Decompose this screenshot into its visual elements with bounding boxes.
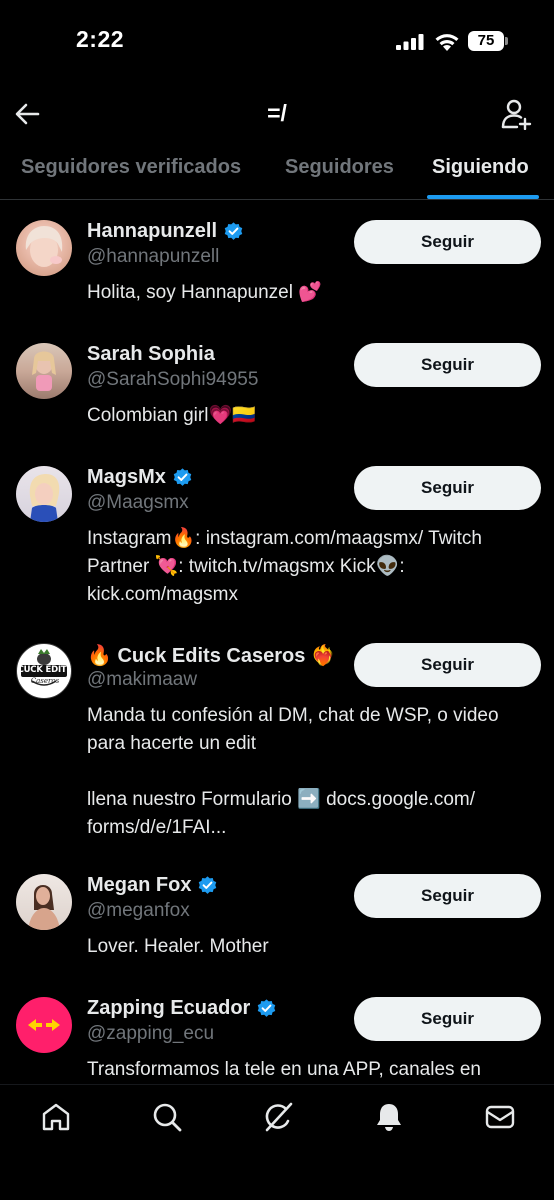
status-time: 2:22 <box>76 26 125 52</box>
verified-badge-icon <box>173 468 192 486</box>
bio-line: Lover. Healer. Mother <box>87 936 269 957</box>
bio-line <box>87 758 547 786</box>
bio-line: Partner 💘: twitch.tv/magsmx Kick👽: <box>87 556 405 577</box>
user-name-line: Sarah Sophia <box>87 343 215 366</box>
follow-button[interactable]: Seguir <box>354 220 541 264</box>
bio-line: Manda tu confesión al DM, chat de WSP, o… <box>87 705 499 726</box>
user-handle: @Maagsmx <box>87 492 189 513</box>
user-bio: Holita, soy Hannapunzel 💕 <box>87 279 547 307</box>
grok-icon[interactable] <box>262 1101 294 1133</box>
avatar-logo-text: CUCK EDITS <box>17 665 72 675</box>
battery-cap <box>505 37 508 45</box>
following-list: Hannapunzell @hannapunzell Holita, soy H… <box>0 200 554 1084</box>
user-name-line: Zapping Ecuador <box>87 997 277 1020</box>
avatar[interactable] <box>16 343 72 399</box>
follow-button[interactable]: Seguir <box>354 343 541 387</box>
user-handle: @hannapunzell <box>87 246 220 267</box>
bio-line: Colombian girl💗🇨🇴 <box>87 405 256 426</box>
verified-badge-icon <box>199 876 217 894</box>
avatar[interactable] <box>16 997 72 1053</box>
follow-button[interactable]: Seguir <box>354 874 541 918</box>
tab-verified-followers[interactable]: Seguidores verificados <box>21 156 241 179</box>
follow-button[interactable]: Seguir <box>354 997 541 1041</box>
avatar-illustration <box>29 474 60 522</box>
list-item[interactable]: CUCK EDITS Caseros 🔥 Cuck Edits Caseros … <box>0 623 554 854</box>
bottom-navigation <box>0 1084 554 1200</box>
zapping-logo-icon <box>28 1019 60 1031</box>
avatar[interactable] <box>16 874 72 930</box>
avatar-logo-subtext: Caseros <box>30 677 60 685</box>
user-bio: Manda tu confesión al DM, chat de WSP, o… <box>87 702 547 842</box>
page-header: =/ <box>0 84 554 144</box>
list-item[interactable]: Sarah Sophia @SarahSophi94955 Colombian … <box>0 323 554 446</box>
avatar[interactable] <box>16 220 72 276</box>
battery-level: 75 <box>468 31 504 51</box>
user-handle: @meganfox <box>87 900 190 921</box>
page-title: =/ <box>267 100 287 126</box>
list-item[interactable]: Megan Fox @meganfox Lover. Healer. Mothe… <box>0 854 554 977</box>
user-name[interactable]: Hannapunzell <box>87 220 217 243</box>
avatar-illustration <box>32 351 56 391</box>
tab-followers[interactable]: Seguidores <box>285 156 394 179</box>
bio-line: Transformamos la tele en una APP, canale… <box>87 1059 481 1080</box>
user-name[interactable]: Megan Fox <box>87 874 191 897</box>
follow-button[interactable]: Seguir <box>354 466 541 510</box>
tab-following[interactable]: Siguiendo <box>432 156 529 179</box>
list-item[interactable]: MagsMx @Maagsmx Instagram🔥: instagram.co… <box>0 446 554 623</box>
bio-line: kick.com/magsmx <box>87 584 238 605</box>
bio-line: para hacerte un edit <box>87 733 257 754</box>
list-item[interactable]: Zapping Ecuador @zapping_ecu Transformam… <box>0 977 554 1084</box>
user-name[interactable]: Zapping Ecuador <box>87 997 250 1020</box>
list-item[interactable]: Hannapunzell @hannapunzell Holita, soy H… <box>0 200 554 323</box>
status-bar: 2:22 75 <box>0 0 554 84</box>
user-bio: Transformamos la tele en una APP, canale… <box>87 1056 547 1084</box>
battery-indicator: 75 <box>468 31 508 51</box>
cellular-signal-icon <box>396 34 424 50</box>
user-name-line: 🔥 Cuck Edits Caseros ❤️‍🔥 <box>87 643 336 668</box>
active-tab-indicator <box>427 195 539 199</box>
bio-line: Holita, soy Hannapunzel 💕 <box>87 282 322 303</box>
avatar-illustration <box>28 885 60 930</box>
user-name[interactable]: Sarah Sophia <box>87 343 215 366</box>
user-bio: Lover. Healer. Mother <box>87 933 547 961</box>
mail-icon[interactable] <box>484 1101 516 1133</box>
user-name-line: MagsMx <box>87 466 193 489</box>
user-name-line: Megan Fox <box>87 874 218 897</box>
follow-button[interactable]: Seguir <box>354 643 541 687</box>
bell-icon[interactable] <box>373 1101 405 1133</box>
wifi-icon <box>435 34 459 51</box>
avatar[interactable]: CUCK EDITS Caseros <box>16 643 72 699</box>
bio-line: Instagram🔥: instagram.com/maagsmx/ Twitc… <box>87 528 482 549</box>
avatar-illustration <box>25 226 63 267</box>
verified-badge-icon <box>258 999 276 1017</box>
user-name[interactable]: MagsMx <box>87 466 166 489</box>
verified-badge-icon <box>224 222 243 240</box>
user-bio: Colombian girl💗🇨🇴 <box>87 402 547 430</box>
home-icon[interactable] <box>40 1101 72 1133</box>
person-plus-icon[interactable] <box>500 98 532 130</box>
bio-line: forms/d/e/1FAI... <box>87 817 227 838</box>
bio-line: llena nuestro Formulario ➡️ docs.google.… <box>87 789 476 810</box>
tab-bar: Seguidores verificados Seguidores Siguie… <box>0 144 554 200</box>
user-handle: @makimaaw <box>87 669 198 690</box>
search-icon[interactable] <box>151 1101 183 1133</box>
avatar[interactable] <box>16 466 72 522</box>
user-handle: @zapping_ecu <box>87 1023 215 1044</box>
user-bio: Instagram🔥: instagram.com/maagsmx/ Twitc… <box>87 525 547 609</box>
user-handle: @SarahSophi94955 <box>87 369 259 390</box>
user-name-line: Hannapunzell <box>87 220 244 243</box>
user-name[interactable]: 🔥 Cuck Edits Caseros ❤️‍🔥 <box>87 643 336 668</box>
